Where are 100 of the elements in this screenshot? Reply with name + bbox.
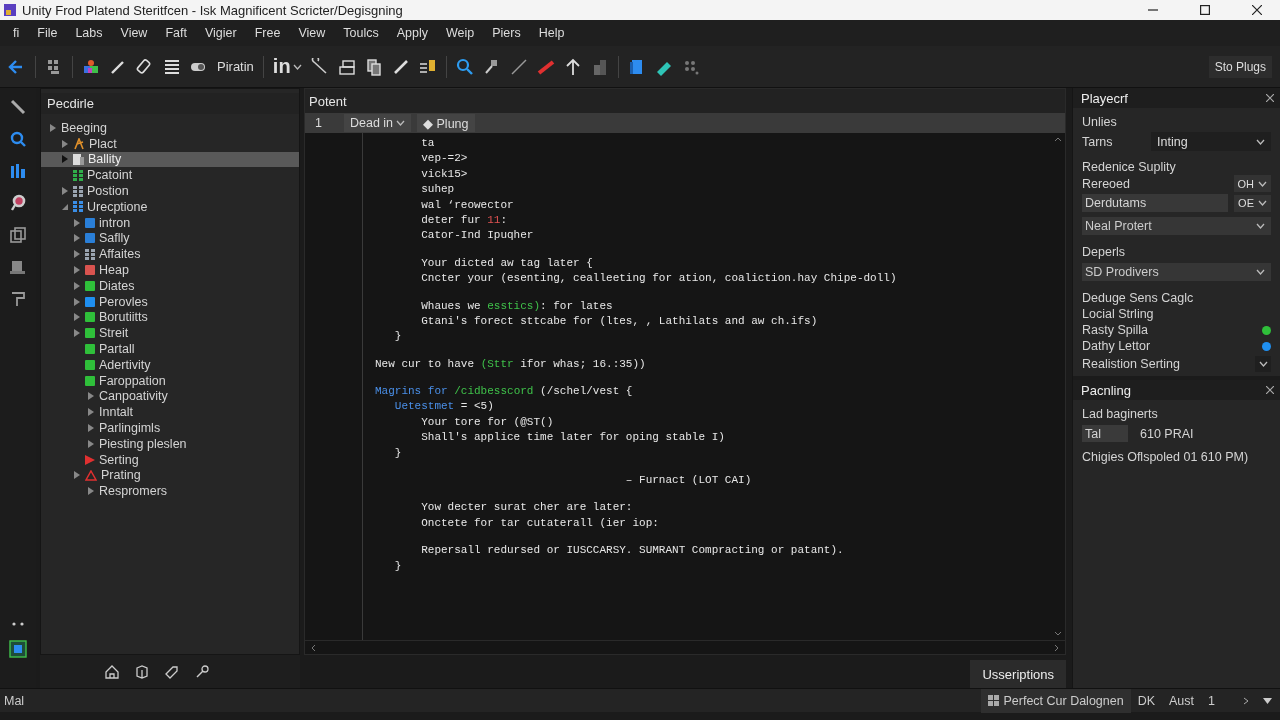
mode-dropdown[interactable]: OH xyxy=(1233,175,1271,192)
tree-item[interactable]: Borutiitts xyxy=(41,309,299,326)
close-icon[interactable] xyxy=(1266,386,1274,394)
pencil-icon[interactable] xyxy=(9,98,27,116)
home-icon[interactable] xyxy=(104,663,120,680)
tree-item[interactable]: Piesting pleslen xyxy=(41,435,299,452)
expand-arrow-icon[interactable] xyxy=(73,297,81,306)
select-field[interactable]: SD Prodivers xyxy=(1082,263,1271,281)
tree-item[interactable]: Plact xyxy=(41,135,299,152)
chart-icon[interactable] xyxy=(9,162,27,180)
chevron-down-icon[interactable] xyxy=(1256,138,1265,145)
chevron-down-icon[interactable] xyxy=(1258,361,1268,367)
status-item[interactable]: 1 xyxy=(1201,688,1243,713)
tag-icon[interactable] xyxy=(164,663,180,680)
tree-item[interactable]: Partall xyxy=(41,341,299,357)
expand-arrow-icon[interactable] xyxy=(61,187,69,196)
expand-button[interactable] xyxy=(1255,356,1271,372)
scroll-right-icon[interactable] xyxy=(1054,643,1059,652)
plugins-button[interactable]: Sto Plugs xyxy=(1208,55,1272,78)
chevron-down-icon[interactable] xyxy=(1256,269,1265,275)
scroll-down-icon[interactable] xyxy=(1054,631,1062,636)
chevron-right-icon[interactable] xyxy=(1243,696,1249,705)
expand-arrow-icon[interactable] xyxy=(61,155,69,164)
status-item[interactable]: DK xyxy=(1130,688,1163,713)
caret-icon[interactable] xyxy=(396,120,406,126)
maximize-icon[interactable] xyxy=(1200,5,1210,15)
tree-item[interactable]: Prating xyxy=(41,467,299,484)
menu-item[interactable]: Piers xyxy=(483,26,530,40)
line-icon[interactable] xyxy=(509,57,528,76)
tree-item[interactable]: Adertivity xyxy=(41,356,299,373)
menu-item[interactable]: Toulcs xyxy=(334,26,388,40)
tree-item[interactable]: Parlingimls xyxy=(41,420,299,436)
tree-item[interactable]: Serting xyxy=(41,451,299,468)
close-icon[interactable] xyxy=(1252,5,1262,15)
tree-item[interactable]: Perovles xyxy=(41,293,299,310)
text-field[interactable]: Tal xyxy=(1082,425,1128,442)
chevron-down-icon[interactable] xyxy=(1256,223,1265,229)
menu-item[interactable]: Apply xyxy=(387,26,437,40)
menu-item[interactable]: fi xyxy=(4,26,29,40)
expand-arrow-icon[interactable] xyxy=(73,329,81,338)
package-icon[interactable] xyxy=(9,640,27,658)
tree-item[interactable]: Postion xyxy=(41,183,299,199)
search-icon[interactable] xyxy=(455,57,474,76)
menu-item[interactable]: Weip xyxy=(436,26,484,40)
text-tool[interactable]: Piratin xyxy=(217,59,254,74)
tree-item[interactable]: Diates xyxy=(41,277,299,294)
menu-item[interactable]: Faft xyxy=(156,26,196,40)
close-icon[interactable] xyxy=(1266,94,1274,102)
font-dropdown[interactable]: in xyxy=(272,55,302,78)
scroll-up-icon[interactable] xyxy=(1054,137,1062,142)
scroll-left-icon[interactable] xyxy=(311,643,316,652)
tree-item[interactable]: Canpoativity xyxy=(41,388,299,405)
expand-arrow-icon[interactable] xyxy=(87,408,95,417)
dropdown-tab[interactable]: Dead in xyxy=(343,114,412,132)
expand-arrow-icon[interactable] xyxy=(73,281,81,290)
expand-arrow-icon[interactable] xyxy=(73,471,81,480)
menu-item[interactable]: Vigier xyxy=(195,26,246,40)
tree-item[interactable]: Streit xyxy=(41,325,299,342)
expand-arrow-icon[interactable] xyxy=(61,139,69,148)
menu-item[interactable]: Labs xyxy=(66,26,112,40)
tree-item[interactable]: Urecptione xyxy=(41,199,299,215)
expand-arrow-icon[interactable] xyxy=(73,250,81,259)
expand-arrow-icon[interactable] xyxy=(73,234,81,243)
key-icon[interactable] xyxy=(194,663,210,680)
tree-item[interactable]: Ballity xyxy=(41,151,299,168)
collapse-arrow-icon[interactable] xyxy=(61,202,69,211)
chevron-down-icon[interactable] xyxy=(1258,180,1267,187)
select-field[interactable]: Neal Protert xyxy=(1082,217,1271,235)
status-item[interactable]: Aust xyxy=(1162,688,1202,713)
tree-item[interactable]: intron xyxy=(41,214,299,231)
files-icon[interactable] xyxy=(9,226,27,244)
caret-icon[interactable] xyxy=(292,63,302,70)
subscriptions-button[interactable]: Usseriptions xyxy=(970,660,1066,688)
expand-arrow-icon[interactable] xyxy=(87,439,95,448)
folders-icon[interactable] xyxy=(337,57,356,76)
cube-icon[interactable] xyxy=(134,663,150,680)
search-page-icon[interactable] xyxy=(9,130,27,148)
list-icon[interactable] xyxy=(163,57,181,76)
expand-arrow-icon[interactable] xyxy=(49,123,57,132)
tree-item[interactable]: Heap xyxy=(41,262,299,278)
dropdown-icon[interactable] xyxy=(1263,697,1272,704)
menu-item[interactable]: View xyxy=(111,26,157,40)
tree-item[interactable]: Inntalt xyxy=(41,404,299,421)
tree-item[interactable]: Affaites xyxy=(41,246,299,263)
menu-item[interactable]: File xyxy=(28,26,67,40)
mode-dropdown[interactable]: OE xyxy=(1234,194,1271,212)
palette-icon[interactable] xyxy=(82,57,100,76)
text-field[interactable]: Derdutams xyxy=(1082,194,1229,212)
expand-arrow-icon[interactable] xyxy=(87,487,95,496)
tree-item[interactable]: Pcatoint xyxy=(41,167,299,184)
expand-arrow-icon[interactable] xyxy=(87,392,95,401)
menu-item[interactable]: Free xyxy=(245,26,290,40)
search-icon[interactable] xyxy=(9,194,27,212)
expand-arrow-icon[interactable] xyxy=(73,313,81,322)
status-item[interactable]: Perfect Cur Dalognen xyxy=(981,688,1131,713)
chevron-down-icon[interactable] xyxy=(1258,200,1267,206)
expand-arrow-icon[interactable] xyxy=(73,266,81,275)
expand-arrow-icon[interactable] xyxy=(73,218,81,227)
tree-item[interactable]: Beeging xyxy=(41,120,299,136)
select-field[interactable]: Inting xyxy=(1151,132,1271,151)
